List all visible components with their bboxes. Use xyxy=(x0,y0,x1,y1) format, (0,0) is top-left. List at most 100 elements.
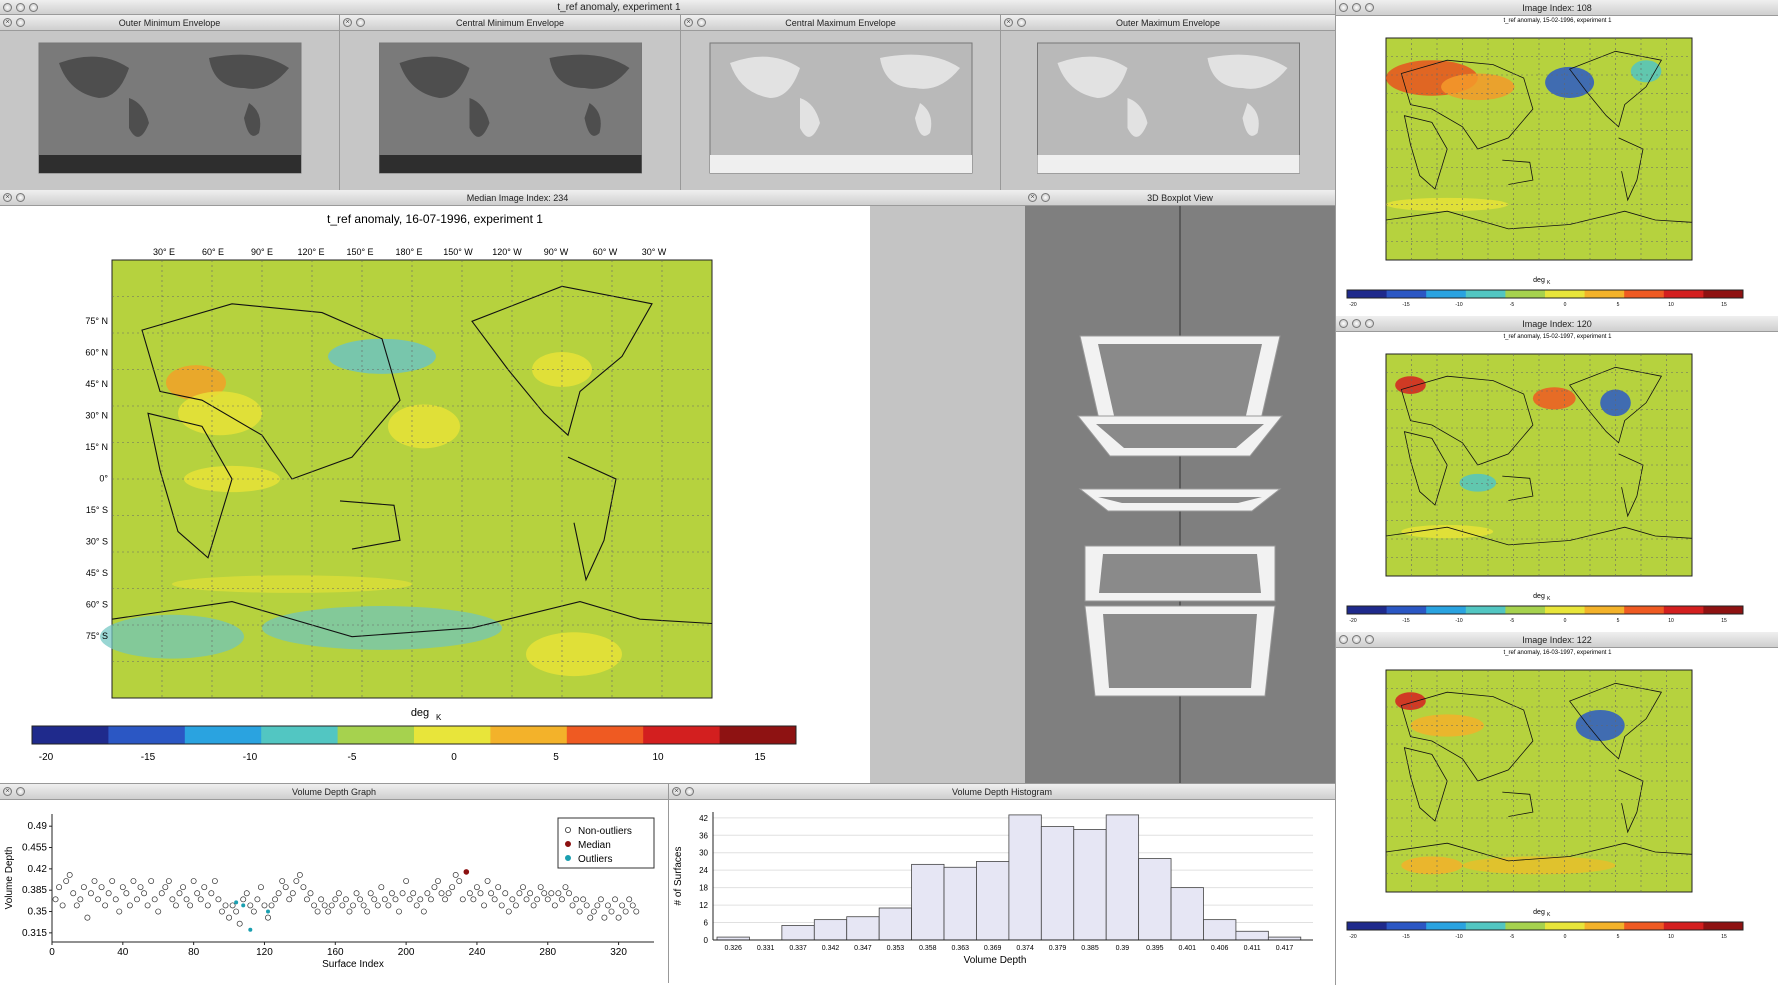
envelope-map[interactable] xyxy=(1001,31,1336,190)
scatter-point-non-outlier xyxy=(389,890,395,897)
scatter-point-non-outlier xyxy=(558,896,565,903)
scatter-point-non-outlier xyxy=(420,908,427,915)
colorbar-tick-label: -5 xyxy=(1510,618,1515,624)
boxplot-3d-view[interactable] xyxy=(1025,206,1335,785)
scatter-point-non-outlier xyxy=(477,890,484,897)
close-icon[interactable]: × xyxy=(672,787,681,796)
x-tick-label: 0.374 xyxy=(1016,945,1034,952)
side-anomaly-map[interactable]: deg K -20 -15 -10 -5 0 5 10 15 xyxy=(1336,656,1778,946)
envelope-map[interactable] xyxy=(681,31,1001,190)
scatter-point-non-outlier xyxy=(236,920,243,927)
image-index-title-bar[interactable]: Image Index: 108 xyxy=(1336,0,1778,16)
zoom-window-button[interactable] xyxy=(29,3,38,12)
colorbar-tick-label: -15 xyxy=(141,752,156,763)
x-tick-label: 0.39 xyxy=(1116,945,1130,952)
scatter-point-non-outlier xyxy=(406,896,413,903)
zoom-window-button[interactable] xyxy=(1365,319,1374,328)
envelope-title-bar[interactable]: × Central Maximum Envelope xyxy=(681,15,1000,31)
scatter-point-non-outlier xyxy=(112,896,119,903)
close-window-button[interactable] xyxy=(3,3,12,12)
scatter-point-non-outlier xyxy=(56,884,63,891)
boxplot-slab-surface xyxy=(1098,497,1262,503)
close-icon[interactable]: × xyxy=(684,18,693,27)
close-window-button[interactable] xyxy=(1339,635,1348,644)
x-tick-label: 0.358 xyxy=(919,945,937,952)
image-index-title-bar[interactable]: Image Index: 122 xyxy=(1336,632,1778,648)
volume-depth-histogram[interactable]: 0 6 12 18 24 30 36 42 0.326 0.331 0.337 0.342 0.347 0… xyxy=(669,800,1335,980)
colorbar-segment xyxy=(1347,922,1388,930)
scatter-point-non-outlier xyxy=(378,884,385,891)
scatter-point-non-outlier xyxy=(608,908,615,915)
close-icon[interactable]: × xyxy=(3,18,12,27)
close-icon[interactable]: × xyxy=(3,787,12,796)
envelope-title-bar[interactable]: × Central Minimum Envelope xyxy=(340,15,680,31)
envelope-title-bar[interactable]: × Outer Minimum Envelope xyxy=(0,15,339,31)
close-window-button[interactable] xyxy=(1339,319,1348,328)
minimize-window-button[interactable] xyxy=(16,3,25,12)
image-index-title-bar[interactable]: Image Index: 120 xyxy=(1336,316,1778,332)
scatter-point-non-outlier xyxy=(187,902,194,909)
collapse-icon[interactable] xyxy=(1017,18,1026,27)
colorbar-unit-subscript: K xyxy=(1547,280,1551,286)
colorbar-tick-label: -20 xyxy=(1349,934,1356,940)
histogram-title-bar[interactable]: × Volume Depth Histogram xyxy=(669,784,1335,800)
image-index-title: Image Index: 120 xyxy=(1522,319,1592,329)
volume-depth-scatter[interactable]: 0 40 80 120 160 200 240 280 320 0.315 0.35 0.385 0.4… xyxy=(0,800,668,980)
scatter-point-non-outlier xyxy=(534,896,541,903)
collapse-icon[interactable] xyxy=(1041,193,1050,202)
side-anomaly-map[interactable]: deg K -20 -15 -10 -5 0 5 10 15 xyxy=(1336,24,1778,314)
scatter-point-non-outlier xyxy=(265,914,271,921)
colorbar-unit-subscript: K xyxy=(1547,912,1551,918)
colorbar-segment xyxy=(719,726,797,744)
boxplot-window-title-bar[interactable]: × 3D Boxplot View xyxy=(1025,190,1335,206)
zoom-window-button[interactable] xyxy=(1365,3,1374,12)
close-icon[interactable]: × xyxy=(3,193,12,202)
close-window-button[interactable] xyxy=(1339,3,1348,12)
minimize-window-button[interactable] xyxy=(1352,635,1361,644)
depth-graph-title-bar[interactable]: × Volume Depth Graph xyxy=(0,784,668,800)
envelope-title-bar[interactable]: × Outer Maximum Envelope xyxy=(1001,15,1335,31)
envelope-map[interactable] xyxy=(340,31,681,190)
zoom-window-button[interactable] xyxy=(1365,635,1374,644)
close-icon[interactable]: × xyxy=(1028,193,1037,202)
collapse-icon[interactable] xyxy=(685,787,694,796)
median-window-title-bar[interactable]: × Median Image Index: 234 xyxy=(0,190,1035,206)
y-tick-label: 0.42 xyxy=(28,864,48,875)
median-map[interactable]: 30° E 60° E 90° E 120° E 150° E 180° E 150° W 1… xyxy=(0,206,870,781)
scatter-point-non-outlier xyxy=(523,896,530,903)
main-window-title: t_ref anomaly, experiment 1 xyxy=(557,2,681,13)
latitude-label: 75° S xyxy=(86,631,108,641)
collapse-icon[interactable] xyxy=(16,193,25,202)
x-tick-label: 0.326 xyxy=(724,945,742,952)
scatter-point-non-outlier xyxy=(123,890,130,897)
collapse-icon[interactable] xyxy=(16,18,25,27)
latitude-label: 60° S xyxy=(86,600,108,610)
scatter-point-non-outlier xyxy=(321,902,328,909)
scatter-point-non-outlier xyxy=(272,896,279,903)
x-tick-label: 0.401 xyxy=(1179,945,1197,952)
scatter-point-non-outlier xyxy=(396,908,402,915)
depth-graph-title: Volume Depth Graph xyxy=(291,787,377,797)
colorbar-segment xyxy=(1465,290,1506,298)
collapse-icon[interactable] xyxy=(16,787,25,796)
scatter-point-non-outlier xyxy=(293,878,300,884)
minimize-window-button[interactable] xyxy=(1352,3,1361,12)
colorbar-segment xyxy=(1703,922,1744,930)
side-anomaly-map[interactable]: deg K -20 -15 -10 -5 0 5 10 15 xyxy=(1336,340,1778,630)
scatter-point-non-outlier xyxy=(180,884,186,891)
envelope-map[interactable] xyxy=(0,31,340,190)
colorbar-unit: deg xyxy=(1533,593,1545,600)
envelope-title: Central Minimum Envelope xyxy=(455,18,565,28)
longitude-label: 120° E xyxy=(297,247,324,257)
colorbar-segment xyxy=(1347,606,1388,614)
collapse-icon[interactable] xyxy=(697,18,706,27)
anomaly-region xyxy=(100,614,244,659)
minimize-window-button[interactable] xyxy=(1352,319,1361,328)
x-axis-label: Volume Depth xyxy=(964,955,1027,966)
colorbar-unit: deg xyxy=(1533,909,1545,916)
close-icon[interactable]: × xyxy=(1004,18,1013,27)
median-window: × Median Image Index: 234 t_ref anomaly,… xyxy=(0,190,1035,785)
close-icon[interactable]: × xyxy=(343,18,352,27)
collapse-icon[interactable] xyxy=(356,18,365,27)
scatter-point-non-outlier xyxy=(88,890,94,897)
